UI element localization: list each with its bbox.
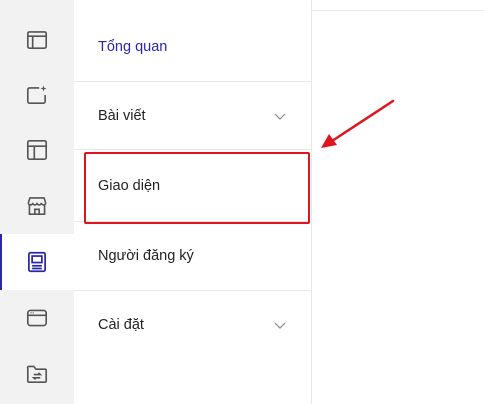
menu-item-label: Người đăng ký bbox=[98, 248, 194, 264]
rail-item-create[interactable] bbox=[0, 67, 74, 123]
menu-item-appearance[interactable]: Giao diện bbox=[74, 150, 311, 222]
menu-item-overview[interactable]: Tổng quan bbox=[74, 12, 311, 82]
menu-item-label: Giao diện bbox=[98, 177, 161, 194]
page-design-icon bbox=[28, 251, 46, 273]
sidebar-menu: Tổng quan Bài viết Giao diện Người đăng … bbox=[74, 0, 312, 404]
rail-item-store[interactable] bbox=[0, 178, 74, 234]
menu-item-subscribers[interactable]: Người đăng ký bbox=[74, 222, 311, 291]
icon-rail bbox=[0, 0, 74, 404]
folder-sync-icon bbox=[26, 365, 48, 383]
rail-item-overview[interactable] bbox=[0, 12, 74, 68]
rail-item-window[interactable] bbox=[0, 290, 74, 346]
menu-item-label: Cài đặt bbox=[98, 317, 144, 333]
add-sparkle-icon bbox=[26, 85, 47, 104]
menu-item-settings[interactable]: Cài đặt bbox=[74, 291, 311, 359]
menu-item-label: Bài viết bbox=[98, 107, 146, 124]
rail-item-sync[interactable] bbox=[0, 346, 74, 402]
layout-icon bbox=[26, 139, 48, 161]
rail-item-design[interactable] bbox=[0, 234, 74, 290]
chevron-down-icon[interactable] bbox=[273, 111, 287, 121]
browser-window-icon bbox=[26, 31, 48, 49]
menu-item-label: Tổng quan bbox=[98, 38, 168, 55]
chevron-down-icon[interactable] bbox=[273, 320, 287, 330]
rail-item-layout[interactable] bbox=[0, 122, 74, 178]
store-icon bbox=[27, 197, 47, 215]
menu-item-posts[interactable]: Bài viết bbox=[74, 82, 311, 150]
card-window-icon bbox=[26, 309, 48, 327]
content-divider bbox=[311, 10, 484, 11]
